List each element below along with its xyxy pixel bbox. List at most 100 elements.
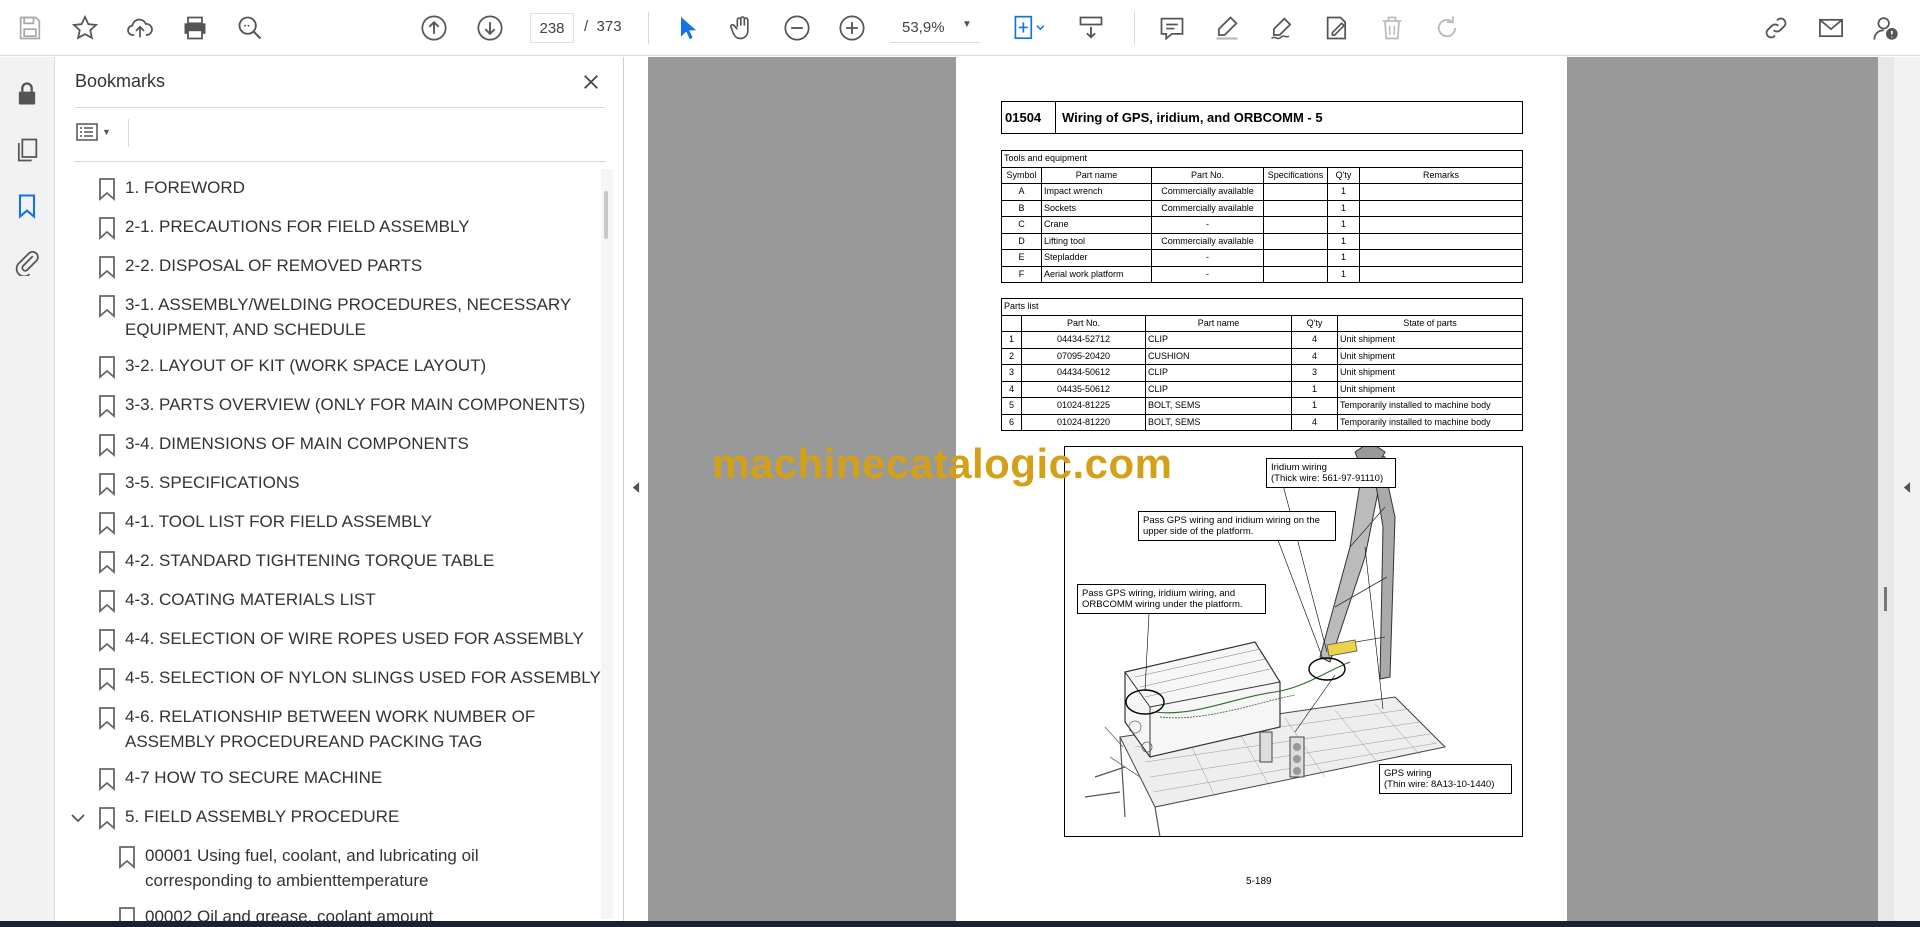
table-header-row: Symbol Part name Part No. Specifications Q't… <box>1001 166 1523 184</box>
lock-icon[interactable] <box>10 77 44 111</box>
chevron-down-icon[interactable] <box>70 810 86 826</box>
draw-pen-icon[interactable] <box>1264 10 1300 46</box>
table-cell: 3 <box>1291 364 1338 382</box>
comment-icon[interactable] <box>1154 10 1190 46</box>
bookmark-item[interactable]: 4-2. STANDARD TIGHTENING TORQUE TABLE <box>56 548 601 576</box>
bookmark-label: 5. FIELD ASSEMBLY PROCEDURE <box>125 807 400 826</box>
bookmark-item[interactable]: 4-7 HOW TO SECURE MACHINE <box>56 765 601 793</box>
bookmark-label: EQUIPMENT, AND SCHEDULE <box>125 320 366 339</box>
next-page-icon[interactable] <box>472 10 508 46</box>
bookmark-label: 4-3. COATING MATERIALS LIST <box>125 590 376 609</box>
table-cell: BOLT, SEMS <box>1145 397 1292 415</box>
table-cell: 1 <box>1327 199 1360 217</box>
table-row: E Stepladder - 1 <box>1001 249 1523 267</box>
bookmark-icon <box>99 217 115 240</box>
save-icon[interactable] <box>12 10 48 46</box>
table-row: 5 01024-81225 BOLT, SEMS 1 Temporarily insta… <box>1001 397 1523 415</box>
table-cell: Temporarily installed to machine body <box>1337 397 1523 415</box>
table-cell: 1 <box>1291 380 1338 398</box>
callout-text: upper side of the platform. <box>1143 526 1254 537</box>
page-fit-icon[interactable] <box>1004 10 1054 46</box>
hand-tool-icon[interactable] <box>724 10 760 46</box>
toolbar-divider <box>1134 12 1135 44</box>
redo-icon[interactable] <box>1429 10 1465 46</box>
share-link-icon[interactable] <box>1758 10 1794 46</box>
table-cell: Unit shipment <box>1337 380 1523 398</box>
bookmark-item-expanded[interactable]: 5. FIELD ASSEMBLY PROCEDURE <box>56 804 601 832</box>
bookmark-item[interactable]: 4-3. COATING MATERIALS LIST <box>56 587 601 615</box>
bookmark-item[interactable]: 3-1. ASSEMBLY/WELDING PROCEDURES, NECESS… <box>56 292 601 344</box>
table-cell <box>1359 199 1523 217</box>
close-icon[interactable] <box>576 67 606 97</box>
divider <box>128 119 129 147</box>
bookmark-item[interactable]: 1. FOREWORD <box>56 175 601 203</box>
bookmark-icon <box>99 473 115 496</box>
upper-side-callout: Pass GPS wiring and iridium wiring on th… <box>1138 511 1336 541</box>
bookmark-item[interactable]: 3-3. PARTS OVERVIEW (ONLY FOR MAIN COMPO… <box>56 392 601 420</box>
zoom-level-select[interactable]: 53,9% ▼ <box>890 13 980 43</box>
previous-page-icon[interactable] <box>416 10 452 46</box>
bookmark-label: 00002 Oil and grease, coolant amount <box>145 907 434 922</box>
table-cell <box>1359 232 1523 250</box>
scroll-mode-icon[interactable] <box>1073 10 1109 46</box>
table-cell: 1 <box>1327 232 1360 250</box>
scrollbar-thumb[interactable] <box>604 191 608 239</box>
table-cell: 01024-81225 <box>1021 397 1146 415</box>
expand-right-panel-handle[interactable] <box>1898 470 1914 504</box>
page-thumbnails-icon[interactable] <box>10 133 44 167</box>
document-scrollbar[interactable] <box>1878 57 1894 922</box>
upload-cloud-icon[interactable] <box>122 10 158 46</box>
bookmark-item[interactable]: 3-5. SPECIFICATIONS <box>56 470 601 498</box>
table-cell <box>1359 183 1523 201</box>
table-cell: 01024-81220 <box>1021 413 1146 431</box>
find-text-icon[interactable] <box>232 10 268 46</box>
print-icon[interactable] <box>177 10 213 46</box>
collapse-panel-handle[interactable] <box>627 470 643 504</box>
bookmark-item[interactable]: 4-4. SELECTION OF WIRE ROPES USED FOR AS… <box>56 626 601 654</box>
table-cell: 1 <box>1327 249 1360 267</box>
table-cell <box>1263 232 1328 250</box>
bookmark-item[interactable]: 00001 Using fuel, coolant, and lubricati… <box>56 843 601 895</box>
bookmark-item[interactable]: 2-1. PRECAUTIONS FOR FIELD ASSEMBLY <box>56 214 601 242</box>
bookmark-item[interactable]: 4-5. SELECTION OF NYLON SLINGS USED FOR … <box>56 665 601 693</box>
bookmark-item[interactable]: 00002 Oil and grease, coolant amount <box>56 904 601 922</box>
table-cell: 2 <box>1001 347 1022 365</box>
bookmark-icon <box>99 356 115 379</box>
bookmark-label: 00001 Using fuel, coolant, and lubricati… <box>145 846 479 865</box>
fill-sign-icon[interactable] <box>1319 10 1355 46</box>
bookmark-item[interactable]: 4-6. RELATIONSHIP BETWEEN WORK NUMBER OF… <box>56 704 601 756</box>
table-cell: Sockets <box>1041 199 1152 217</box>
highlight-pen-icon[interactable] <box>1209 10 1245 46</box>
bookmark-icon <box>99 590 115 613</box>
zoom-out-icon[interactable] <box>779 10 815 46</box>
trash-icon[interactable] <box>1374 10 1410 46</box>
bookmark-item[interactable]: 2-2. DISPOSAL OF REMOVED PARTS <box>56 253 601 281</box>
bookmark-label: 2-1. PRECAUTIONS FOR FIELD ASSEMBLY <box>125 217 470 236</box>
bookmark-label: 4-1. TOOL LIST FOR FIELD ASSEMBLY <box>125 512 433 531</box>
table-cell: Unit shipment <box>1337 364 1523 382</box>
main-toolbar: / 373 53,9% ▼ <box>0 0 1920 56</box>
caret-left-icon <box>632 481 639 493</box>
bookmark-item[interactable]: 4-1. TOOL LIST FOR FIELD ASSEMBLY <box>56 509 601 537</box>
pdf-page: 01504 Wiring of GPS, iridium, and ORBCOM… <box>956 57 1567 922</box>
navigation-rail <box>0 57 55 922</box>
attachments-icon[interactable] <box>10 245 44 279</box>
table-cell <box>1263 183 1328 201</box>
table-row: C Crane - 1 <box>1001 216 1523 234</box>
bookmark-options-button[interactable]: ▼ <box>75 117 123 147</box>
account-icon[interactable] <box>1868 10 1904 46</box>
zoom-in-icon[interactable] <box>834 10 870 46</box>
email-icon[interactable] <box>1813 10 1849 46</box>
table-header-cell: Q'ty <box>1291 314 1338 332</box>
table-cell: Commercially available <box>1151 199 1264 217</box>
bookmark-item[interactable]: 3-2. LAYOUT OF KIT (WORK SPACE LAYOUT) <box>56 353 601 381</box>
bookmarks-panel-icon[interactable] <box>10 189 44 223</box>
table-header-cell: Symbol <box>1001 166 1042 184</box>
select-cursor-icon[interactable] <box>670 10 706 46</box>
page-number-input[interactable] <box>530 13 574 43</box>
bookmark-item[interactable]: 3-4. DIMENSIONS OF MAIN COMPONENTS <box>56 431 601 459</box>
scrollbar-thumb[interactable] <box>1884 587 1887 611</box>
star-icon[interactable] <box>67 10 103 46</box>
table-cell: CLIP <box>1145 380 1292 398</box>
bookmarks-scrollbar[interactable] <box>601 169 613 919</box>
